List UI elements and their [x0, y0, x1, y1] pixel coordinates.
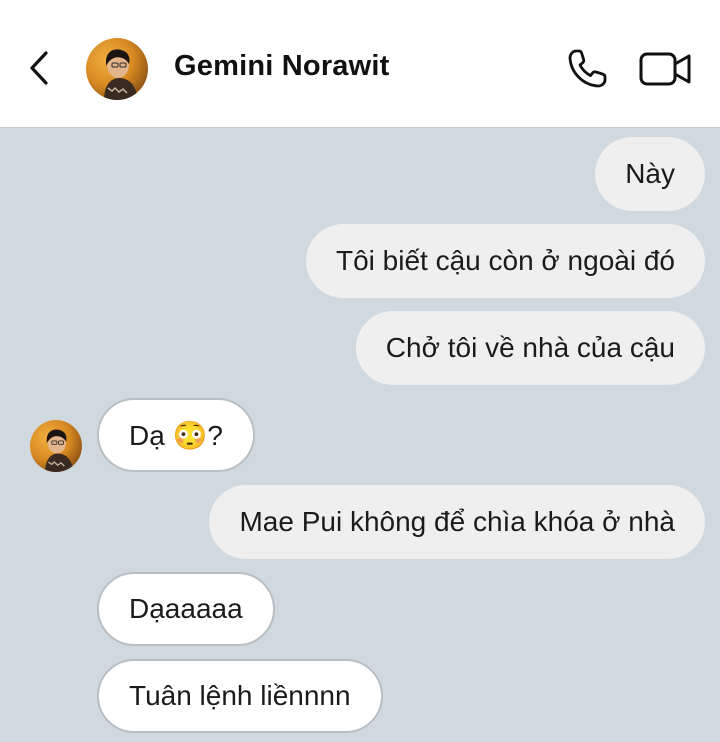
back-button[interactable]: [22, 46, 56, 90]
sender-avatar[interactable]: [30, 420, 82, 472]
video-call-button[interactable]: [638, 48, 694, 90]
voice-call-button[interactable]: [564, 46, 612, 92]
message-bubble-sent[interactable]: Mae Pui không để chìa khóa ở nhà: [209, 485, 705, 559]
message-text: Dạaaaaa: [129, 593, 243, 624]
message-text: Mae Pui không để chìa khóa ở nhà: [239, 506, 675, 537]
video-camera-icon: [639, 52, 691, 86]
chat-header: Gemini Norawit: [0, 0, 720, 128]
message-text: Tuân lệnh liềnnnn: [129, 680, 351, 711]
message-bubble-sent[interactable]: Tôi biết cậu còn ở ngoài đó: [305, 224, 705, 298]
phone-icon: [568, 49, 607, 88]
chevron-left-icon: [30, 51, 48, 85]
message-bubble-received[interactable]: Tuân lệnh liềnnnn: [97, 659, 383, 733]
message-bubble-received[interactable]: Dạaaaaa: [97, 572, 275, 646]
message-text: Này: [625, 158, 675, 189]
message-bubble-sent[interactable]: Này: [595, 137, 705, 211]
message-bubble-received[interactable]: Dạ 😳?: [97, 398, 256, 472]
message-text: Chở tôi về nhà của cậu: [385, 332, 675, 363]
contact-avatar[interactable]: [86, 38, 148, 100]
contact-name[interactable]: Gemini Norawit: [174, 50, 390, 83]
message-bubble-sent[interactable]: Chở tôi về nhà của cậu: [355, 311, 705, 385]
message-text: Dạ 😳?: [129, 419, 224, 451]
message-text: Tôi biết cậu còn ở ngoài đó: [335, 245, 675, 276]
